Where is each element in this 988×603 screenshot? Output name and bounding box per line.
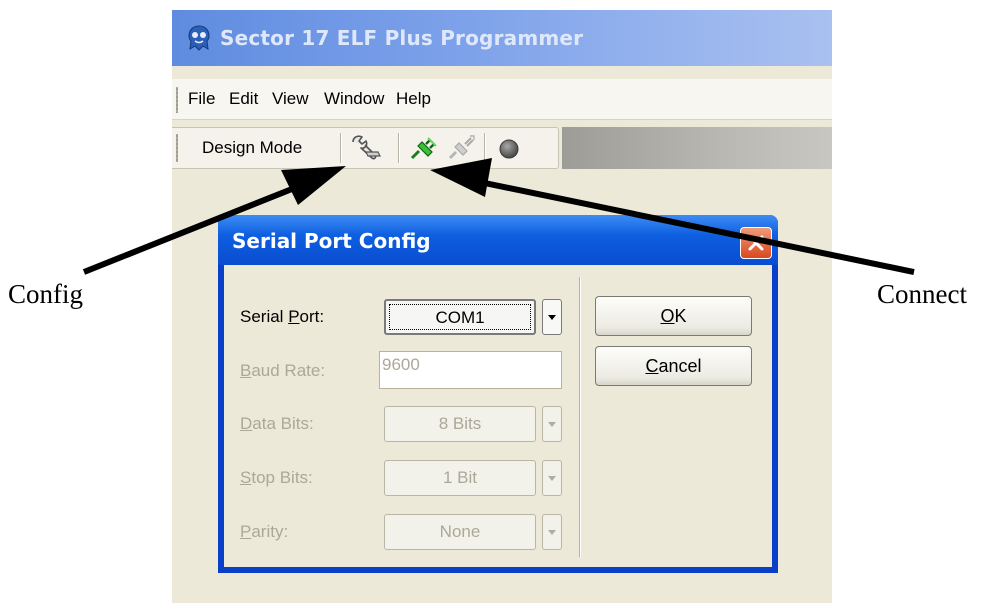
config-arrow-line	[82, 182, 304, 275]
config-arrowhead	[281, 166, 346, 205]
connect-arrowhead	[430, 158, 492, 197]
callout-arrows	[82, 158, 915, 275]
connect-arrow-line	[479, 179, 915, 275]
